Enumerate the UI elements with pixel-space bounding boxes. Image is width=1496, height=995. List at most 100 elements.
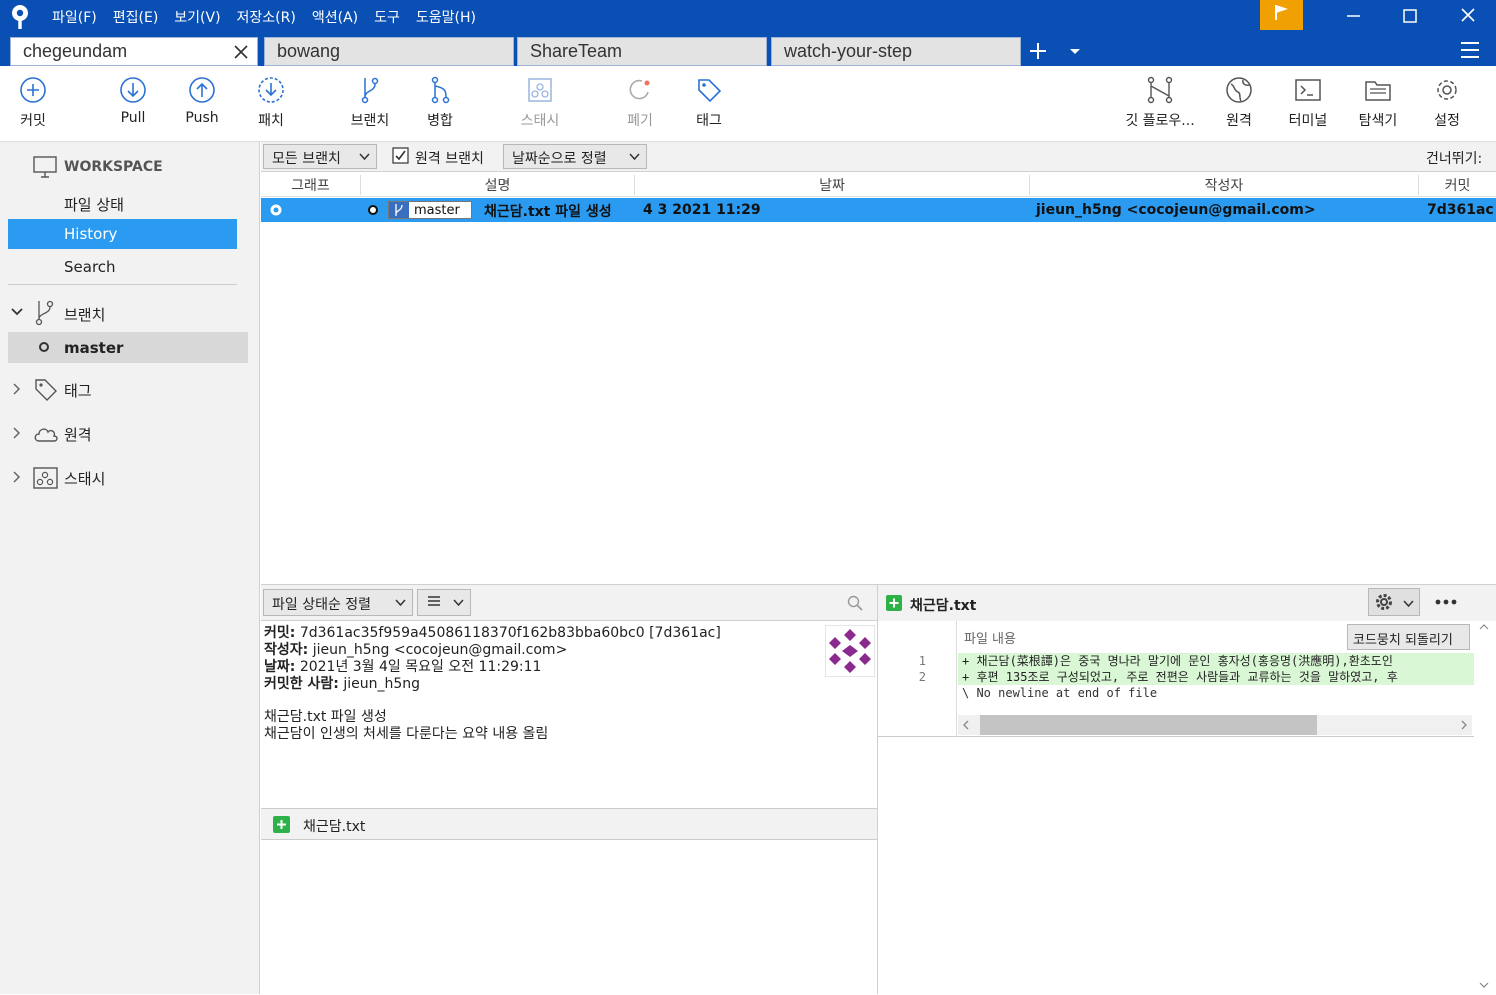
pull-arrow-down-icon	[120, 77, 146, 103]
commit-button[interactable]: 커밋	[8, 72, 58, 138]
scroll-left-icon[interactable]	[962, 720, 970, 730]
explorer-label: 탐색기	[1358, 113, 1398, 129]
column-commit[interactable]: 커밋	[1419, 175, 1496, 195]
repo-tab-chegeundam[interactable]: chegeundam	[10, 37, 258, 66]
menu-help[interactable]: 도움말(H)	[416, 7, 476, 27]
minimize-button[interactable]	[1325, 0, 1383, 32]
dropdown-value: 날짜순으로 정렬	[512, 151, 607, 167]
branch-name: master	[64, 339, 124, 357]
remote-button[interactable]: 원격	[1214, 72, 1264, 138]
git-flow-button[interactable]: 깃 플로우...	[1118, 72, 1202, 138]
history-panel: 모든 브랜치 원격 브랜치 날짜순으로 정렬 건너뛰기: 그래프 설명 날짜 작…	[261, 142, 1496, 584]
branches-label: 브랜치	[64, 306, 106, 324]
chevron-down-icon	[453, 599, 464, 607]
remotes-label: 원격	[64, 426, 92, 444]
search-icon[interactable]	[847, 595, 863, 611]
branches-group-header[interactable]: 브랜치	[0, 300, 260, 330]
scrollbar-thumb[interactable]	[980, 715, 1317, 735]
sidebar-item-history[interactable]: History	[8, 219, 237, 249]
sidebar-branch-master[interactable]: master	[8, 332, 248, 363]
changed-file-row[interactable]: 채근담.txt	[261, 808, 877, 840]
history-filter-bar: 모든 브랜치 원격 브랜치 날짜순으로 정렬 건너뛰기:	[261, 142, 1496, 172]
close-window-button[interactable]	[1438, 0, 1496, 32]
file-added-icon	[886, 595, 902, 611]
settings-button[interactable]: 설정	[1422, 72, 1472, 138]
hamburger-menu-icon[interactable]	[1460, 41, 1480, 59]
tab-list-chevron-down-icon[interactable]	[1068, 46, 1082, 56]
menu-edit[interactable]: 편집(E)	[113, 7, 159, 27]
all-branches-dropdown[interactable]: 모든 브랜치	[263, 144, 377, 169]
diff-options-button[interactable]	[1368, 588, 1420, 616]
cloud-icon	[34, 428, 58, 442]
fetch-patch-button[interactable]: 패치	[246, 72, 296, 138]
new-tab-plus-icon[interactable]	[1028, 41, 1048, 61]
file-added-icon	[273, 816, 290, 833]
dropdown-value: 파일 상태순 정렬	[272, 597, 372, 613]
tab-label: ShareTeam	[530, 41, 623, 61]
branch-button[interactable]: 브랜치	[340, 72, 400, 138]
maximize-button[interactable]	[1382, 0, 1440, 32]
branch-label-badge[interactable]: master	[388, 201, 472, 219]
terminal-icon	[1295, 79, 1321, 101]
sidebar-item-label: Search	[64, 258, 116, 276]
monitor-icon	[33, 156, 57, 178]
diff-line-text: \ No newline at end of file	[962, 686, 1158, 700]
menu-view[interactable]: 보기(V)	[174, 7, 220, 27]
terminal-button[interactable]: 터미널	[1280, 72, 1336, 138]
tab-close-icon[interactable]	[233, 44, 249, 60]
git-flow-icon	[1147, 76, 1173, 104]
git-flow-label: 깃 플로우...	[1125, 113, 1195, 129]
menu-file[interactable]: 파일(F)	[52, 7, 97, 27]
tab-label: bowang	[277, 41, 341, 61]
discard-button[interactable]: 폐기	[615, 72, 665, 138]
notification-flag-button[interactable]	[1260, 0, 1303, 30]
sidebar-item-file-status[interactable]: 파일 상태	[64, 194, 244, 220]
view-mode-dropdown[interactable]	[417, 589, 471, 616]
menu-repository[interactable]: 저장소(R)	[237, 7, 296, 27]
chevron-right-icon	[13, 427, 21, 439]
sidebar-divider	[8, 284, 237, 285]
diff-file-name: 채근담.txt	[910, 598, 977, 614]
commit-author-line: 작성자: jieun_h5ng <cocojeun@gmail.com>	[264, 642, 568, 658]
pull-button[interactable]: Pull	[108, 72, 158, 138]
scroll-down-icon[interactable]	[1478, 981, 1490, 989]
file-status-sort-dropdown[interactable]: 파일 상태순 정렬	[263, 589, 413, 616]
merge-button[interactable]: 병합	[415, 72, 465, 138]
diff-panel: 채근담.txt 파일 내용 코드뭉치 되돌리기 1 + 채근담(菜根譚)은 중국…	[877, 584, 1496, 995]
column-description[interactable]: 설명	[361, 175, 635, 195]
repo-tab-shareteam[interactable]: ShareTeam	[517, 37, 767, 66]
menu-actions[interactable]: 액션(A)	[312, 7, 358, 27]
tag-button[interactable]: 태그	[684, 72, 734, 138]
repo-tab-watch-your-step[interactable]: watch-your-step	[771, 37, 1021, 66]
details-toolbar: 파일 상태순 정렬	[261, 585, 877, 621]
remotes-group-header[interactable]: 원격	[0, 420, 260, 450]
push-button[interactable]: Push	[177, 72, 227, 138]
remote-branches-label: 원격 브랜치	[415, 151, 484, 167]
column-author[interactable]: 작성자	[1030, 175, 1419, 195]
scroll-up-icon[interactable]	[1478, 623, 1490, 631]
author-avatar	[825, 625, 875, 677]
chevron-down-icon	[1403, 600, 1414, 608]
scroll-right-icon[interactable]	[1460, 720, 1468, 730]
stash-button[interactable]: 스태시	[510, 72, 570, 138]
remote-branches-checkbox[interactable]	[392, 147, 409, 168]
sort-by-date-dropdown[interactable]: 날짜순으로 정렬	[503, 144, 647, 169]
repo-tab-bowang[interactable]: bowang	[264, 37, 514, 66]
horizontal-scrollbar[interactable]	[958, 715, 1472, 735]
vertical-scrollbar[interactable]	[1474, 621, 1496, 995]
chevron-down-icon	[11, 308, 23, 316]
explorer-button[interactable]: 탐색기	[1350, 72, 1406, 138]
stashes-group-header[interactable]: 스태시	[0, 464, 260, 494]
more-options-icon[interactable]	[1435, 599, 1457, 605]
push-label: Push	[185, 110, 219, 126]
line-number: 1	[918, 654, 926, 668]
commit-message: 채근담.txt 파일 생성	[484, 204, 612, 220]
column-date[interactable]: 날짜	[635, 175, 1030, 195]
revert-hunk-button[interactable]: 코드뭉치 되돌리기	[1347, 624, 1470, 650]
tags-group-header[interactable]: 태그	[0, 376, 260, 406]
title-bar: 파일(F) 편집(E) 보기(V) 저장소(R) 액션(A) 도구 도움말(H)	[0, 0, 1496, 34]
menu-tools[interactable]: 도구	[374, 7, 400, 27]
sidebar-item-search[interactable]: Search	[64, 258, 244, 284]
column-graph[interactable]: 그래프	[261, 175, 361, 195]
commit-row[interactable]: master 채근담.txt 파일 생성 4 3 2021 11:29 jieu…	[261, 198, 1496, 222]
